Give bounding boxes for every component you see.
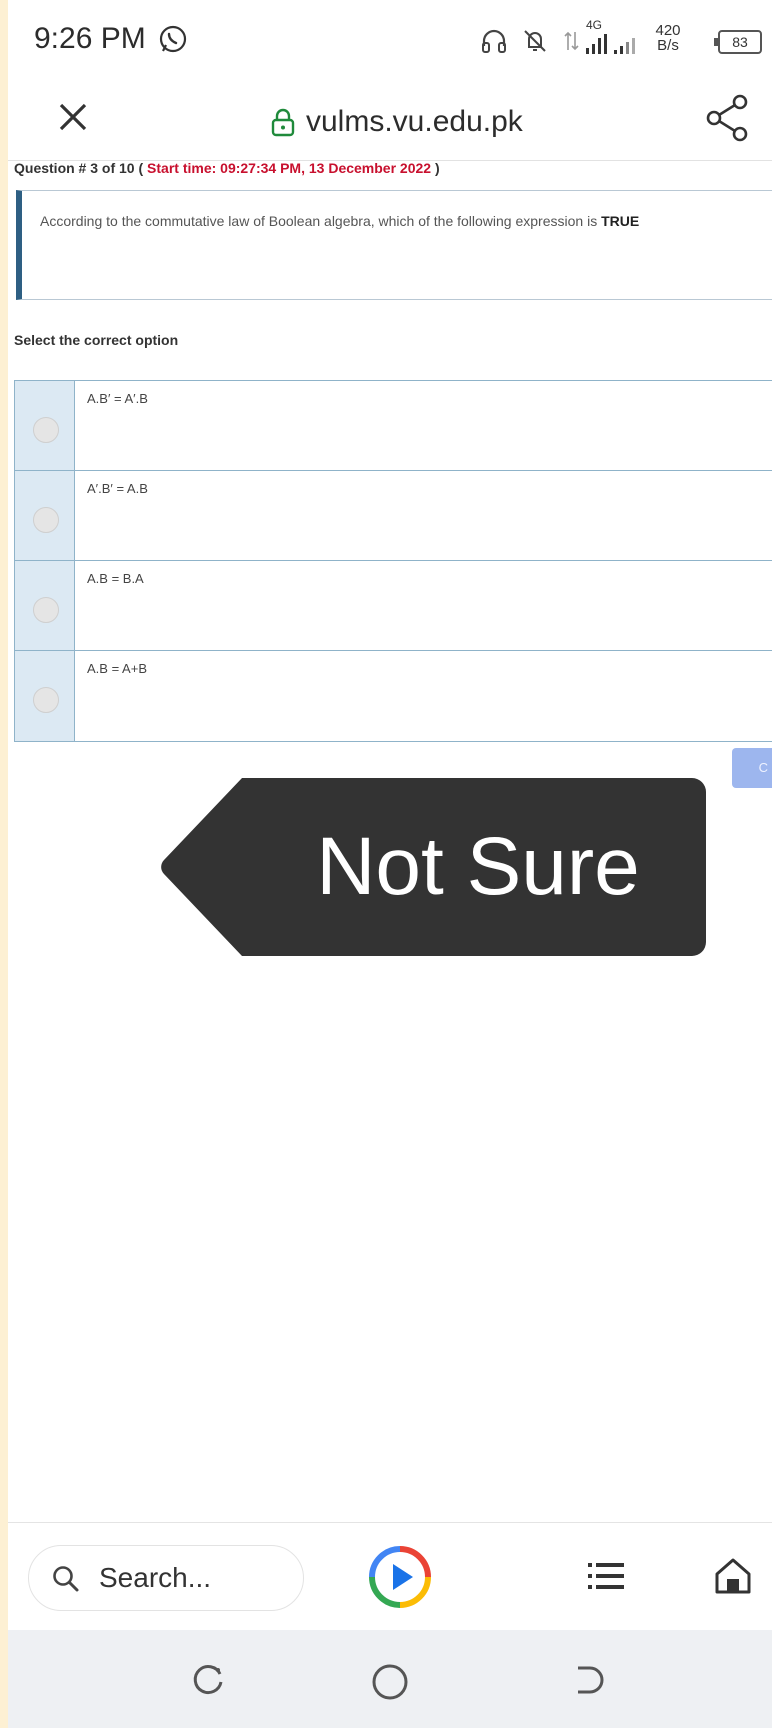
option-row[interactable]: A.B = B.A — [15, 561, 772, 651]
network-type: 4G — [586, 18, 603, 32]
callout-text: Not Sure — [316, 821, 640, 912]
data-arrows-icon — [564, 31, 579, 51]
option-radio-cell — [15, 651, 75, 741]
signal-icon — [586, 34, 635, 54]
battery-icon: 83 — [714, 30, 762, 54]
share-icon[interactable] — [704, 92, 752, 149]
start-time: Start time: 09:27:34 PM, 13 December 202… — [147, 160, 432, 176]
browser-toolbar: vulms.vu.edu.pk — [8, 82, 772, 161]
radio-button[interactable] — [33, 507, 59, 533]
net-speed-value: 420 — [655, 22, 681, 39]
option-label: A.B′ = A′.B — [87, 391, 148, 406]
close-icon[interactable] — [48, 92, 98, 142]
status-time: 9:26 PM — [34, 22, 146, 55]
play-icon[interactable] — [366, 1543, 434, 1616]
system-nav-bar — [8, 1630, 772, 1728]
question-body: According to the commutative law of Bool… — [40, 213, 602, 229]
search-input[interactable]: Search... — [28, 1545, 304, 1611]
list-icon[interactable] — [586, 1559, 626, 1598]
phone-screen: 9:26 PM 4G 420 B/s 83 vulms.vu.edu.pk Qu… — [8, 0, 772, 1728]
net-speed: 420 B/s — [650, 23, 686, 53]
browser-bottom-bar: Search... — [8, 1522, 772, 1631]
radio-button[interactable] — [33, 417, 59, 443]
question-number: Question # 3 of 10 ( — [14, 160, 144, 176]
option-radio-cell — [15, 381, 75, 470]
question-header: Question # 3 of 10 ( Start time: 09:27:3… — [14, 160, 440, 176]
next-button[interactable]: C — [732, 748, 772, 788]
select-option-label: Select the correct option — [14, 332, 179, 348]
lock-icon — [271, 108, 295, 137]
radio-button[interactable] — [33, 597, 59, 623]
home-button-icon[interactable] — [368, 1660, 412, 1704]
option-label: A.B = B.A — [87, 571, 144, 586]
url-bar[interactable]: vulms.vu.edu.pk — [270, 102, 523, 142]
option-radio-cell — [15, 561, 75, 650]
home-icon[interactable] — [712, 1555, 754, 1602]
back-icon[interactable] — [568, 1660, 608, 1700]
recents-icon[interactable] — [188, 1660, 228, 1700]
option-row[interactable]: A.B = A+B — [15, 651, 772, 741]
net-speed-unit: B/s — [657, 37, 679, 54]
radio-button[interactable] — [33, 687, 59, 713]
question-emphasis: TRUE — [601, 213, 640, 229]
url-text: vulms.vu.edu.pk — [306, 105, 523, 138]
search-icon — [53, 1566, 79, 1592]
search-placeholder: Search... — [99, 1562, 212, 1593]
option-radio-cell — [15, 471, 75, 560]
question-text: According to the commutative law of Bool… — [40, 213, 639, 229]
option-label: A′.B′ = A.B — [87, 481, 148, 496]
option-row[interactable]: A′.B′ = A.B — [15, 471, 772, 561]
status-bar: 9:26 PM 4G 420 B/s 83 — [8, 0, 772, 82]
not-sure-callout: Not Sure — [160, 778, 706, 956]
whatsapp-icon — [158, 24, 188, 59]
option-row[interactable]: A.B′ = A′.B — [15, 381, 772, 471]
status-icons: 4G 420 B/s 83 — [480, 18, 770, 62]
mute-bell-icon — [524, 30, 546, 52]
question-box: According to the commutative law of Bool… — [16, 190, 772, 300]
question-header-close: ) — [434, 160, 440, 176]
options-list: A.B′ = A′.B A′.B′ = A.B A.B = B.A A.B = … — [14, 380, 772, 742]
option-label: A.B = A+B — [87, 661, 147, 676]
headphones-icon — [482, 29, 506, 53]
